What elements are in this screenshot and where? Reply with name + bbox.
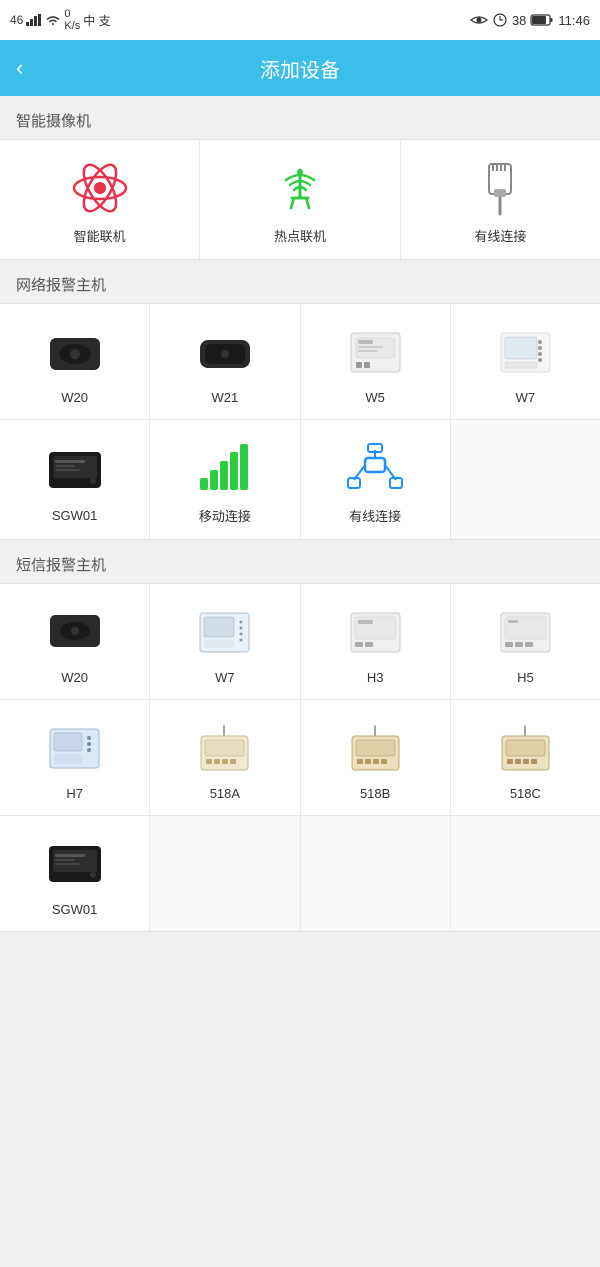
nw-w21-cell[interactable]: W21 bbox=[150, 304, 300, 419]
sms-w20-cell[interactable]: W20 bbox=[0, 584, 150, 699]
sms-518a-icon bbox=[195, 718, 255, 778]
eye-icon bbox=[470, 13, 488, 27]
wired-connect-cam-cell[interactable]: 有线连接 bbox=[401, 140, 600, 259]
nw-w7-label: W7 bbox=[516, 390, 536, 405]
sms-sgw01-cell[interactable]: SGW01 bbox=[0, 816, 150, 931]
nw-w20-icon bbox=[45, 322, 105, 382]
hotspot-connect-cell[interactable]: 热点联机 bbox=[200, 140, 400, 259]
camera-row-1: 智能联机 热点联机 bbox=[0, 140, 600, 259]
section-camera-label: 智能摄像机 bbox=[0, 96, 600, 139]
wifi-hotspot-icon bbox=[270, 158, 330, 218]
ethernet-cam-icon bbox=[470, 158, 530, 218]
sms-h7-label: H7 bbox=[66, 786, 83, 801]
nw-w20-label: W20 bbox=[61, 390, 88, 405]
network-topology-icon bbox=[345, 438, 405, 498]
sms-alarm-row-1: W20 W7 bbox=[0, 584, 600, 700]
sms-w7-cell[interactable]: W7 bbox=[150, 584, 300, 699]
signal-bars-icon bbox=[195, 438, 255, 498]
back-button[interactable]: ‹ bbox=[16, 55, 23, 81]
section-network-alarm-label: 网络报警主机 bbox=[0, 260, 600, 303]
network-alarm-row-2: SGW01 移动连接 bbox=[0, 420, 600, 539]
nw-empty-icon bbox=[495, 448, 555, 508]
status-right: 38 11:46 bbox=[470, 13, 590, 28]
wifi-status-icon bbox=[45, 14, 61, 26]
sms-h3-cell[interactable]: H3 bbox=[301, 584, 451, 699]
smart-connect-cell[interactable]: 智能联机 bbox=[0, 140, 200, 259]
sms-h3-label: H3 bbox=[367, 670, 384, 685]
sms-518b-cell[interactable]: 518B bbox=[301, 700, 451, 815]
sms-h5-label: H5 bbox=[517, 670, 534, 685]
battery-icon bbox=[531, 14, 553, 26]
nw-w7-icon bbox=[495, 322, 555, 382]
network-alarm-row-1: W20 W21 bbox=[0, 304, 600, 420]
smart-connect-label: 智能联机 bbox=[74, 226, 126, 245]
time: 11:46 bbox=[558, 13, 590, 28]
network-type: 0K/s bbox=[64, 8, 80, 32]
sms-518c-icon bbox=[495, 718, 555, 778]
nw-w5-cell[interactable]: W5 bbox=[301, 304, 451, 419]
nw-w21-label: W21 bbox=[212, 390, 239, 405]
section-sms-alarm-label: 短信报警主机 bbox=[0, 540, 600, 583]
sms-empty3-cell bbox=[451, 816, 600, 931]
sms-sgw01-label: SGW01 bbox=[52, 902, 98, 917]
nw-wired-label: 有线连接 bbox=[349, 506, 401, 525]
carrier: 中 支 bbox=[83, 12, 110, 29]
sms-518b-label: 518B bbox=[360, 786, 390, 801]
nw-wired-cell[interactable]: 有线连接 bbox=[301, 420, 451, 539]
sms-w7-label: W7 bbox=[215, 670, 235, 685]
clock-icon bbox=[493, 13, 507, 27]
sms-sgw01-icon bbox=[45, 834, 105, 894]
sms-518b-icon bbox=[345, 718, 405, 778]
nw-mobile-label: 移动连接 bbox=[199, 506, 251, 525]
network-alarm-grid: W20 W21 bbox=[0, 303, 600, 540]
nw-w5-label: W5 bbox=[365, 390, 385, 405]
nw-sgw01-label: SGW01 bbox=[52, 508, 98, 523]
sms-h7-icon bbox=[45, 718, 105, 778]
nw-empty-cell bbox=[451, 420, 600, 539]
camera-grid: 智能联机 热点联机 bbox=[0, 139, 600, 260]
page-title: 添加设备 bbox=[260, 54, 340, 83]
sms-518a-cell[interactable]: 518A bbox=[150, 700, 300, 815]
sms-w20-label: W20 bbox=[61, 670, 88, 685]
sms-518a-label: 518A bbox=[210, 786, 240, 801]
sms-empty1-cell bbox=[150, 816, 300, 931]
nw-w5-icon bbox=[345, 322, 405, 382]
nw-w21-icon bbox=[195, 322, 255, 382]
sms-empty2-cell bbox=[301, 816, 451, 931]
sms-h5-cell[interactable]: H5 bbox=[451, 584, 600, 699]
sms-518c-cell[interactable]: 518C bbox=[451, 700, 600, 815]
header: ‹ 添加设备 bbox=[0, 40, 600, 96]
wired-connect-cam-label: 有线连接 bbox=[474, 226, 526, 245]
nw-sgw01-icon bbox=[45, 440, 105, 500]
atom-icon bbox=[70, 158, 130, 218]
sms-alarm-grid: W20 W7 bbox=[0, 583, 600, 932]
status-left: 46 0K/s 中 支 bbox=[10, 8, 111, 32]
sms-alarm-row-3: SGW01 bbox=[0, 816, 600, 931]
status-bar: 46 0K/s 中 支 38 11:46 bbox=[0, 0, 600, 40]
signal-text: 46 bbox=[10, 13, 23, 27]
sms-h5-icon bbox=[495, 602, 555, 662]
signal-icon bbox=[26, 14, 42, 26]
nw-w7-cell[interactable]: W7 bbox=[451, 304, 600, 419]
nw-w20-cell[interactable]: W20 bbox=[0, 304, 150, 419]
sms-w20-icon bbox=[45, 602, 105, 662]
sms-h3-icon bbox=[345, 602, 405, 662]
battery-level: 38 bbox=[512, 13, 526, 28]
sms-w7-icon bbox=[195, 602, 255, 662]
sms-alarm-row-2: H7 518A bbox=[0, 700, 600, 816]
nw-mobile-cell[interactable]: 移动连接 bbox=[150, 420, 300, 539]
hotspot-connect-label: 热点联机 bbox=[274, 226, 326, 245]
sms-518c-label: 518C bbox=[510, 786, 541, 801]
nw-sgw01-cell[interactable]: SGW01 bbox=[0, 420, 150, 539]
sms-h7-cell[interactable]: H7 bbox=[0, 700, 150, 815]
